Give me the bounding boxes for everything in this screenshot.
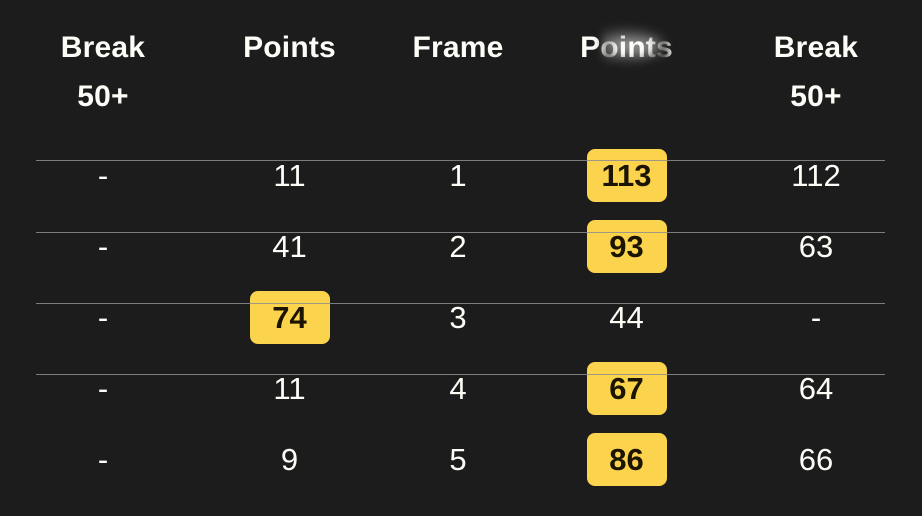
cell-points-left: 41 [206, 231, 373, 262]
cell-frame: 4 [373, 373, 543, 404]
cell-value: 63 [798, 229, 834, 264]
cell-break50-left: - [0, 160, 206, 191]
column-header-points-right-title: Points [580, 31, 673, 64]
cell-value: 4 [449, 371, 467, 406]
cell-points-right: 113 [543, 149, 710, 202]
cell-value: - [97, 229, 109, 264]
cell-value: 3 [449, 300, 467, 335]
cell-break50-left: - [0, 302, 206, 333]
highlight-badge: 86 [586, 433, 667, 486]
divider-header [36, 160, 885, 161]
table-row: - 9 5 86 66 [0, 424, 922, 495]
column-header-break50-right: Break 50+ [710, 22, 922, 122]
cell-points-right: 67 [543, 362, 710, 415]
cell-points-left: 11 [206, 160, 373, 191]
cell-value: 2 [449, 229, 467, 264]
cell-break50-right: - [710, 302, 922, 333]
cell-value: - [97, 442, 109, 477]
cell-value: - [810, 300, 822, 335]
cell-value: 44 [609, 300, 644, 335]
table-row: - 11 1 113 112 [0, 140, 922, 211]
cell-frame: 3 [373, 302, 543, 333]
column-header-points-right: Points [543, 22, 710, 122]
cell-value: 41 [272, 229, 307, 264]
highlight-badge: 67 [586, 362, 667, 415]
highlight-badge: 74 [249, 291, 330, 344]
cell-points-right: 93 [543, 220, 710, 273]
divider-row-2 [36, 303, 885, 304]
cell-points-left: 11 [206, 373, 373, 404]
column-header-frame-title: Frame [412, 31, 504, 64]
column-header-break50-right-subtitle: 50+ [790, 80, 842, 113]
cell-value: 5 [449, 442, 467, 477]
cell-value: 66 [798, 442, 834, 477]
cell-value: 112 [791, 158, 841, 193]
divider-row-1 [36, 232, 885, 233]
highlight-badge: 93 [586, 220, 667, 273]
cell-points-right: 44 [543, 302, 710, 333]
cell-break50-right: 63 [710, 231, 922, 262]
cell-value: 11 [273, 371, 306, 406]
frame-scores-table: Break 50+ Points Frame Points Break 50+ … [0, 0, 922, 516]
cell-value: - [97, 300, 109, 335]
column-header-break50-left: Break 50+ [0, 22, 206, 122]
cell-break50-left: - [0, 373, 206, 404]
cell-value: 9 [280, 442, 299, 477]
cell-value: - [97, 371, 109, 406]
cell-value: - [97, 158, 109, 193]
column-header-break50-right-title: Break [773, 31, 859, 64]
cell-value: 1 [449, 158, 467, 193]
table-row: - 74 3 44 - [0, 282, 922, 353]
table-row: - 41 2 93 63 [0, 211, 922, 282]
column-header-points-left: Points [206, 22, 373, 122]
cell-points-left: 9 [206, 444, 373, 475]
cell-break50-right: 64 [710, 373, 922, 404]
cell-break50-left: - [0, 444, 206, 475]
cell-break50-left: - [0, 231, 206, 262]
cell-value: 11 [273, 158, 306, 193]
cell-value: 64 [798, 371, 834, 406]
cell-break50-right: 112 [710, 160, 922, 191]
column-header-frame: Frame [373, 22, 543, 122]
cell-break50-right: 66 [710, 444, 922, 475]
column-header-break50-left-subtitle: 50+ [77, 80, 129, 113]
cell-points-left: 74 [206, 291, 373, 344]
column-header-points-right-title-wrapper: Points [580, 22, 673, 74]
cell-points-right: 86 [543, 433, 710, 486]
cell-frame: 2 [373, 231, 543, 262]
table-header-row: Break 50+ Points Frame Points Break 50+ [0, 0, 922, 140]
cell-frame: 1 [373, 160, 543, 191]
column-header-break50-left-title: Break [60, 31, 146, 64]
highlight-badge: 113 [586, 149, 667, 202]
table-row: - 11 4 67 64 [0, 353, 922, 424]
column-header-points-left-title: Points [243, 31, 336, 64]
cell-frame: 5 [373, 444, 543, 475]
divider-row-3 [36, 374, 885, 375]
